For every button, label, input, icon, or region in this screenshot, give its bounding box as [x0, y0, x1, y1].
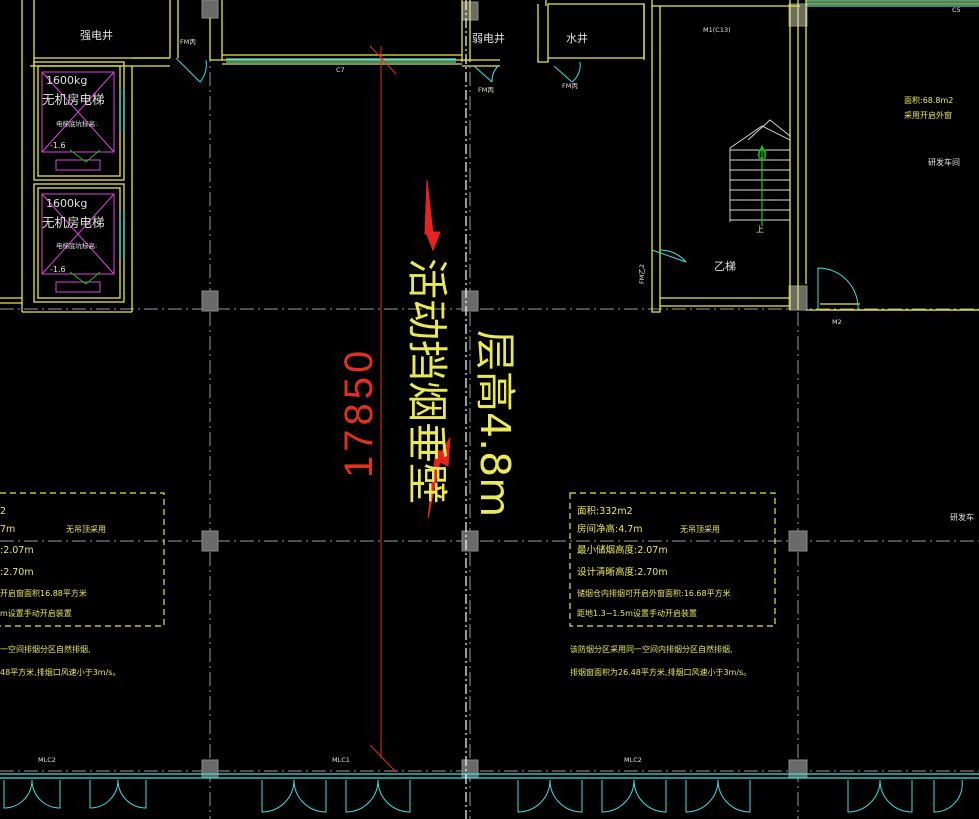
anno-left-line-2: 7m [0, 524, 15, 535]
anno-right-line-2: 房间净高:4.7m [577, 523, 643, 535]
rd-area-label: 面积:68.8m2 [904, 95, 953, 105]
glass-doors [3, 779, 963, 813]
elevator-2-capacity: 1600kg [46, 197, 87, 210]
anno-left-line-6: 开启窗面积16.88平方米 [0, 588, 87, 598]
anno-left-line-1: 2 [0, 506, 6, 517]
door-tag-c5: C5 [952, 6, 961, 14]
elevator-2-name: 无机房电梯 [42, 215, 105, 230]
movable-smoke-wall-label: 活动挡烟垂壁 [403, 258, 451, 504]
annotation-left: 2 7m 无吊顶采用 :2.07m :2.70m 开启窗面积16.88平方米 m… [0, 506, 120, 677]
anno-right-line-5: 设计清晰高度:2.70m [577, 566, 668, 578]
cad-floor-plan: 强电井 弱电井 水井 乙梯 上 面积:68.8m2 采用开启外窗 研发车间 研发… [0, 0, 979, 819]
door-tag-fm-right: FM丙 [562, 82, 578, 90]
anno-left-line-4: :2.07m [0, 545, 34, 556]
weak-shaft-label: 弱电井 [472, 31, 505, 45]
door-tag-fm-mid: FM丙 [478, 86, 494, 94]
anno-left-line-3: 无吊顶采用 [66, 524, 106, 534]
elevator-1-capacity: 1600kg [46, 74, 87, 87]
rd-workshop-label: 研发车间 [928, 157, 960, 167]
stair-up-label: 上 [756, 225, 764, 234]
door-tag-c7: C7 [336, 66, 345, 74]
door-tag-fm-left: FM丙 [180, 38, 196, 46]
dimension-value: 17850 [337, 347, 381, 478]
anno-right-line-9: 排烟窗面积为26.48平方米,排烟口风速小于3m/s。 [570, 667, 751, 677]
elevator-2-note: 电梯底坑标高: [56, 241, 97, 250]
door-tag-mlc-center: MLC1 [332, 756, 350, 764]
anno-right-line-3: 无吊顶采用 [680, 524, 720, 534]
door-tag-mlc-left: MLC2 [38, 756, 56, 764]
stair-treads [729, 119, 791, 222]
door-tag-m1: M1(C13) [703, 26, 731, 34]
door-tag-mlc-right: MLC2 [624, 756, 642, 764]
water-shaft-label: 水井 [566, 31, 588, 45]
elevator-1-name: 无机房电梯 [42, 92, 105, 107]
anno-right-line-6: 储烟仓内排烟可开启外窗面积:16.68平方米 [577, 588, 731, 598]
annotation-right: 面积:332m2 房间净高:4.7m 无吊顶采用 最小储烟高度:2.07m 设计… [570, 505, 751, 677]
anno-right-line-1: 面积:332m2 [577, 505, 633, 517]
elevator-1-level: -1.6 [50, 141, 66, 150]
walls [0, 0, 979, 313]
strong-shaft-label: 强电井 [80, 28, 113, 42]
anno-right-line-8: 该防烟分区采用同一空间内排烟分区自然排烟, [570, 644, 733, 654]
door-tag-m2: M2 [832, 318, 842, 326]
rd-workshop-right-label: 研发车 [950, 512, 974, 522]
anno-right-line-7: 距地1.3~1.5m设置手动开启装置 [577, 608, 697, 618]
anno-right-line-4: 最小储烟高度:2.07m [577, 544, 668, 556]
door-tag-fm-stair: FM乙2 [638, 264, 646, 284]
door-swings [175, 57, 859, 311]
floor-height-label: 层高4.8m [471, 330, 519, 517]
anno-left-line-7: m设置手动开启装置 [0, 608, 72, 618]
elevator-1-note: 电梯底坑标高: [56, 119, 97, 128]
elevator-2-level: -1.6 [50, 265, 66, 274]
stair-arrow [757, 144, 767, 226]
anno-left-line-5: :2.70m [0, 567, 34, 578]
anno-left-line-8: 一空间排烟分区自然排烟, [0, 644, 91, 654]
anno-left-line-9: 48平方米,排烟口风速小于3m/s。 [0, 667, 120, 677]
rd-open-label: 采用开启外窗 [904, 110, 952, 120]
stair-b-label: 乙梯 [714, 260, 736, 273]
annotation-boxes [0, 492, 776, 627]
